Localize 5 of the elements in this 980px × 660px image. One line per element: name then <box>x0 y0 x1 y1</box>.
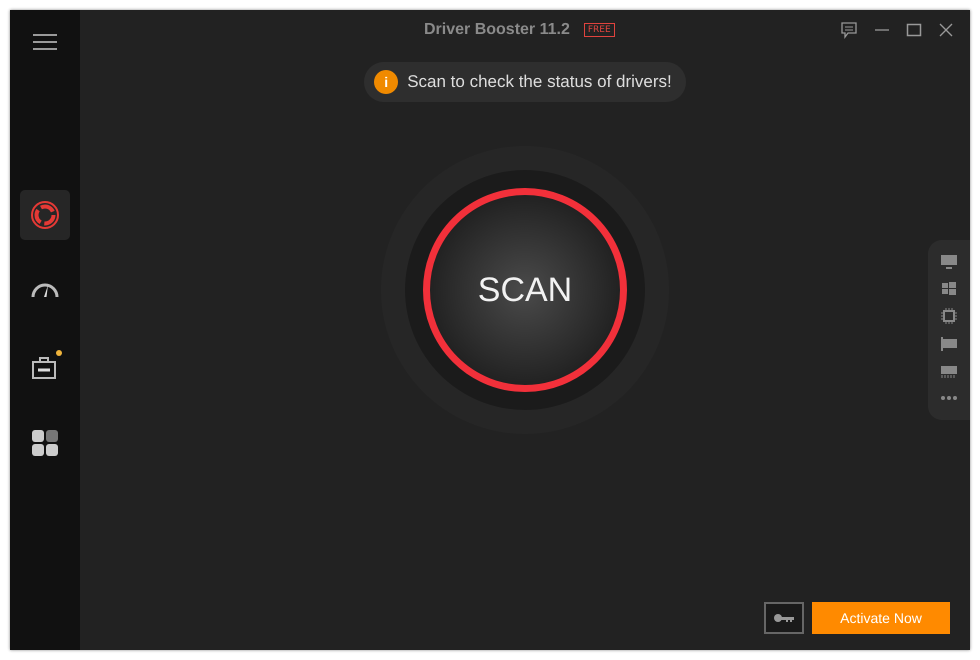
scan-button[interactable]: SCAN <box>423 188 627 392</box>
notice-text: Scan to check the status of drivers! <box>407 72 672 92</box>
app-title: Driver Booster 11.2 <box>424 21 570 39</box>
edition-tag: FREE <box>584 23 615 37</box>
info-icon: i <box>374 70 398 94</box>
